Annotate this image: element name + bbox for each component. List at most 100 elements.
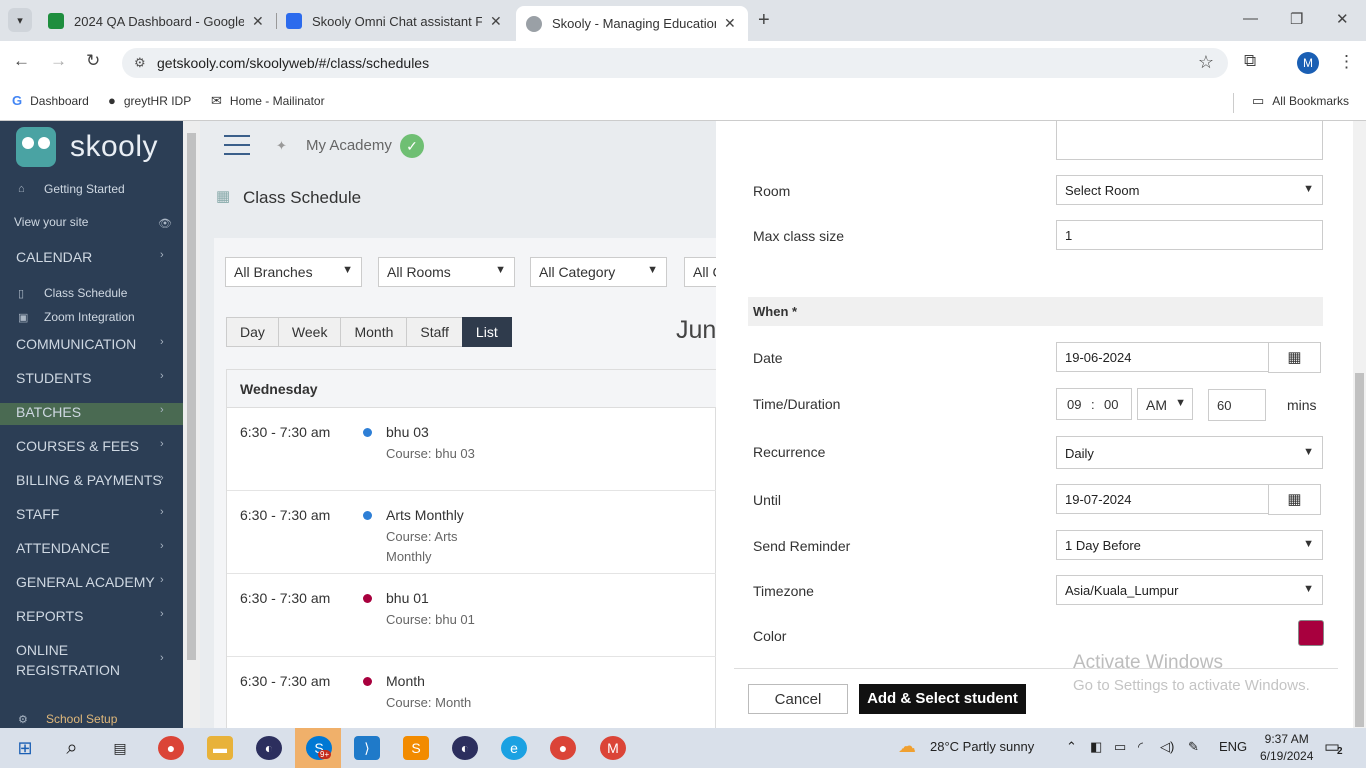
event-name[interactable]: Month	[386, 673, 425, 689]
recurrence-select[interactable]: Daily ▼	[1056, 436, 1323, 469]
hour-value[interactable]: 09	[1067, 397, 1081, 412]
url-text[interactable]: getskooly.com/skoolyweb/#/class/schedule…	[157, 55, 429, 71]
sidebar-item-staff[interactable]: STAFF	[16, 506, 59, 522]
bookmark-star-icon[interactable]: ☆	[1198, 52, 1214, 73]
list-item[interactable]: 6:30 - 7:30 am bhu 01 Course: bhu 01	[227, 574, 716, 657]
add-select-student-button[interactable]: Add & Select student	[859, 684, 1026, 714]
sidebar-item-view-site[interactable]: View your site	[14, 215, 88, 229]
back-arrow-icon[interactable]: ←	[13, 51, 30, 71]
bookmark-dashboard[interactable]: G Dashboard	[12, 93, 89, 108]
view-list-button[interactable]: List	[461, 317, 512, 347]
close-tab-icon[interactable]: ✕	[724, 15, 736, 32]
minute-value[interactable]: 00	[1104, 397, 1118, 412]
modal-scrollbar[interactable]	[1353, 121, 1366, 728]
weather-icon[interactable]: ☁	[898, 736, 916, 757]
sidebar-item-zoom[interactable]: Zoom Integration	[44, 310, 135, 324]
language-indicator[interactable]: ENG	[1219, 739, 1247, 754]
color-swatch[interactable]	[1298, 620, 1324, 646]
wifi-icon[interactable]: ◜	[1138, 739, 1143, 755]
file-explorer-icon[interactable]: ▬	[207, 736, 233, 760]
site-info-icon[interactable]: ⚙	[134, 55, 146, 71]
bookmark-mailinator[interactable]: ✉ Home - Mailinator	[211, 93, 325, 109]
bookmark-greythr[interactable]: ● greytHR IDP	[108, 93, 191, 108]
sidebar-item-school-setup[interactable]: School Setup	[46, 712, 117, 726]
all-bookmarks[interactable]: ▭ All Bookmarks	[1252, 93, 1349, 109]
forward-arrow-icon[interactable]: →	[50, 51, 67, 71]
sidebar-item-general-academy[interactable]: GENERAL ACADEMY	[16, 574, 155, 590]
sidebar-scrollbar[interactable]	[183, 121, 200, 728]
browser-tab-omni-chat[interactable]: Skooly Omni Chat assistant Fea ✕	[276, 6, 512, 36]
timezone-select[interactable]: Asia/Kuala_Lumpur ▼	[1056, 575, 1323, 605]
max-class-size-input[interactable]: 1	[1056, 220, 1323, 250]
task-view-icon[interactable]: ▤	[107, 736, 133, 760]
room-select[interactable]: Select Room ▼	[1056, 175, 1323, 205]
browser-tab-qa-dashboard[interactable]: 2024 QA Dashboard - Google S ✕	[38, 6, 274, 36]
restore-icon[interactable]: ❐	[1290, 10, 1303, 28]
tab-search-chevron-icon[interactable]: ▾	[8, 8, 32, 32]
reload-icon[interactable]: ↻	[86, 51, 100, 71]
reminder-select[interactable]: 1 Day Before ▼	[1056, 530, 1323, 560]
list-item[interactable]: 6:30 - 7:30 am bhu 03 Course: bhu 03	[227, 408, 716, 491]
event-name[interactable]: bhu 01	[386, 590, 429, 606]
browser-tab-skooly-active[interactable]: Skooly - Managing Educational ✕	[516, 6, 748, 41]
eye-icon[interactable]: 👁	[158, 217, 172, 230]
sidebar-item-billing[interactable]: BILLING & PAYMENTS	[16, 472, 162, 488]
chrome-icon[interactable]: ●	[550, 736, 576, 760]
academy-name[interactable]: My Academy	[306, 137, 392, 154]
sidebar-item-getting-started[interactable]: Getting Started	[44, 182, 125, 196]
list-item[interactable]: 6:30 - 7:30 am Arts Monthly Course: Arts…	[227, 491, 716, 574]
category-filter[interactable]: All Category ▼	[530, 257, 667, 287]
eclipse-icon[interactable]: ◐	[256, 736, 282, 760]
battery-icon[interactable]: ▭	[1114, 739, 1126, 755]
close-window-icon[interactable]: ✕	[1336, 10, 1349, 28]
course-filter[interactable]: All C	[684, 257, 716, 287]
sidebar-item-communication[interactable]: COMMUNICATION	[16, 336, 136, 352]
show-hidden-icons-icon[interactable]: ⌃	[1066, 739, 1077, 755]
sidebar-item-reports[interactable]: REPORTS	[16, 608, 83, 624]
view-staff-button[interactable]: Staff	[406, 317, 463, 347]
view-week-button[interactable]: Week	[277, 317, 342, 347]
address-bar[interactable]: ⚙ getskooly.com/skoolyweb/#/class/schedu…	[122, 48, 1228, 78]
hamburger-menu-icon[interactable]	[224, 135, 250, 155]
sidebar-item-registration[interactable]: REGISTRATION	[16, 662, 120, 678]
weather-text[interactable]: 28°C Partly sunny	[930, 739, 1034, 754]
event-name[interactable]: Arts Monthly	[386, 507, 464, 523]
description-textarea[interactable]	[1056, 121, 1323, 160]
eclipse-icon[interactable]: ◐	[452, 736, 478, 760]
chrome-profile-icon[interactable]: M	[600, 736, 626, 760]
sidebar-item-batches[interactable]: BATCHES	[16, 404, 81, 420]
sidebar-item-students[interactable]: STUDENTS	[16, 370, 91, 386]
new-tab-plus-icon[interactable]: +	[758, 9, 770, 32]
sidebar-item-attendance[interactable]: ATTENDANCE	[16, 540, 110, 556]
ampm-select[interactable]: AM ▼	[1137, 388, 1193, 420]
sidebar-item-calendar[interactable]: CALENDAR	[16, 249, 92, 265]
meet-icon[interactable]: ◧	[1090, 739, 1102, 755]
view-month-button[interactable]: Month	[340, 317, 408, 347]
pen-icon[interactable]: ✎	[1188, 739, 1199, 755]
extensions-puzzle-icon[interactable]: ⧉	[1244, 51, 1256, 71]
room-filter[interactable]: All Rooms ▼	[378, 257, 515, 287]
system-clock[interactable]: 9:37 AM 6/19/2024	[1260, 731, 1313, 765]
edge-icon[interactable]: e	[501, 736, 527, 760]
duration-input[interactable]: 60	[1208, 389, 1266, 421]
branch-filter[interactable]: All Branches ▼	[225, 257, 362, 287]
scrollbar-thumb[interactable]	[1355, 373, 1364, 727]
chrome-icon[interactable]: ●	[158, 736, 184, 760]
vscode-icon[interactable]: ⟩	[354, 736, 380, 760]
view-day-button[interactable]: Day	[226, 317, 279, 347]
sidebar-item-courses-fees[interactable]: COURSES & FEES	[16, 438, 139, 454]
profile-avatar[interactable]: M	[1297, 52, 1319, 74]
windows-start-icon[interactable]: ⊞	[12, 736, 38, 760]
sidebar-item-online[interactable]: ONLINE	[16, 642, 68, 658]
browser-menu-icon[interactable]: ⋮	[1338, 52, 1355, 72]
search-icon[interactable]: ⌕	[59, 736, 85, 760]
skooly-logo[interactable]: skooly	[16, 127, 158, 167]
volume-icon[interactable]: ◁)	[1160, 739, 1174, 755]
minimize-icon[interactable]: —	[1243, 10, 1258, 27]
cancel-button[interactable]: Cancel	[748, 684, 848, 714]
close-tab-icon[interactable]: ✕	[490, 13, 502, 30]
date-calendar-button[interactable]: ▦	[1268, 342, 1321, 373]
scrollbar-thumb[interactable]	[187, 133, 196, 660]
until-input[interactable]: 19-07-2024	[1056, 484, 1269, 514]
event-name[interactable]: bhu 03	[386, 424, 429, 440]
